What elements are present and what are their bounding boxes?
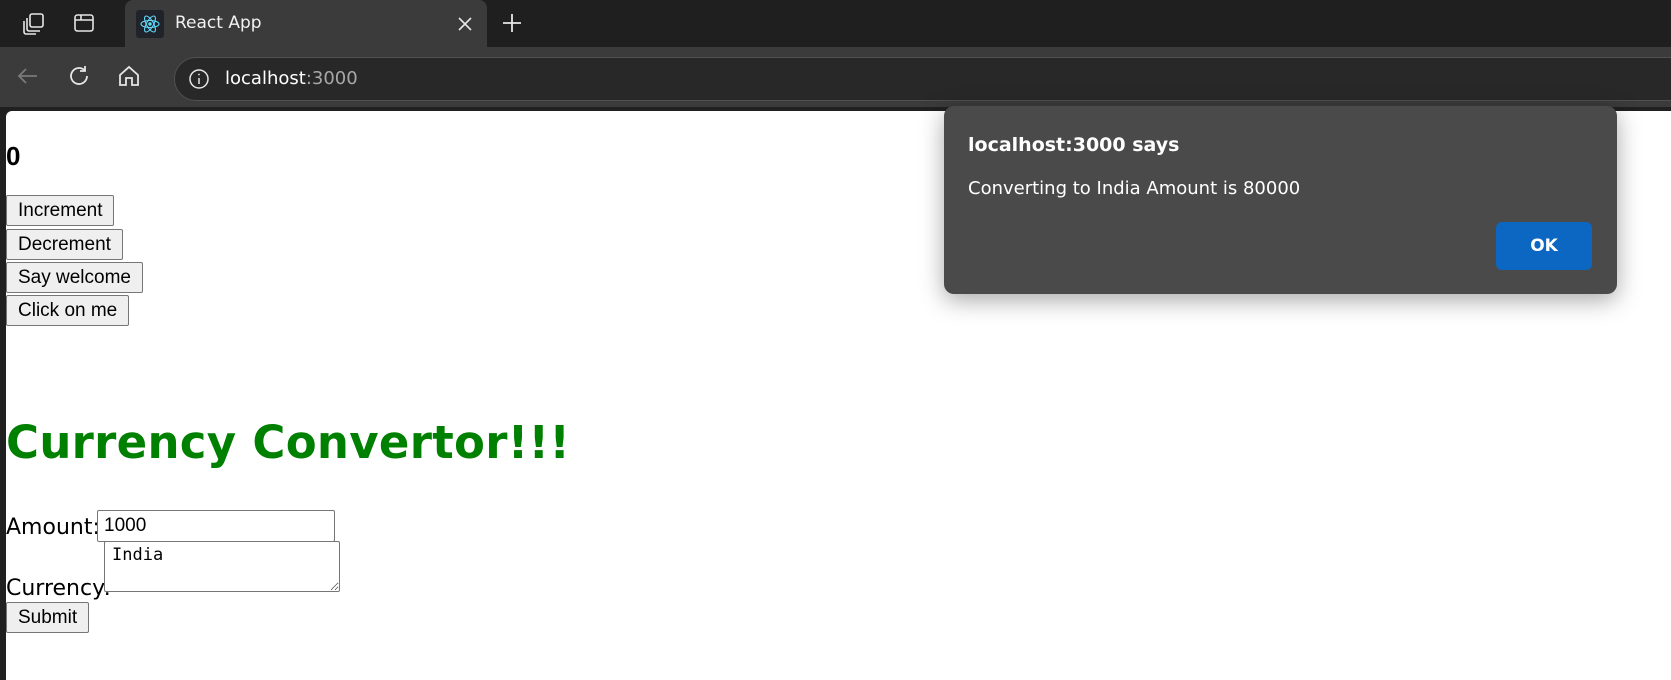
url-port: :3000 (305, 68, 358, 89)
tab-title: React App (175, 13, 262, 33)
submit-button[interactable]: Submit (6, 602, 90, 633)
say-welcome-button[interactable]: Say welcome (6, 262, 143, 293)
back-icon[interactable] (12, 60, 44, 92)
counter-value: 0 (6, 141, 21, 171)
info-icon[interactable] (188, 68, 210, 90)
refresh-icon[interactable] (63, 60, 95, 92)
click-on-me-button[interactable]: Click on me (6, 295, 130, 326)
tab-actions-icon[interactable] (70, 9, 98, 37)
plus-icon[interactable] (498, 9, 526, 37)
page-title: Currency Convertor!!! (6, 416, 571, 469)
amount-input[interactable] (97, 510, 335, 542)
address-bar[interactable]: localhost:3000 (174, 57, 1671, 101)
close-icon[interactable] (453, 12, 477, 36)
alert-dialog: localhost:3000 says Converting to India … (944, 106, 1617, 294)
currency-label: Currency: (6, 576, 111, 601)
browser-toolbar: localhost:3000 (0, 47, 1671, 107)
tab-react-app[interactable]: React App (125, 0, 487, 48)
increment-button[interactable]: Increment (6, 195, 115, 226)
ok-button[interactable]: OK (1496, 222, 1592, 270)
dialog-message: Converting to India Amount is 80000 (968, 178, 1301, 199)
currency-textarea[interactable]: India (104, 541, 340, 592)
workspaces-icon[interactable] (20, 9, 48, 37)
tab-strip: React App (0, 0, 1671, 48)
amount-label: Amount: (6, 515, 100, 540)
url-host: localhost (225, 68, 306, 89)
url-text: localhost:3000 (225, 68, 358, 89)
dialog-title: localhost:3000 says (968, 134, 1180, 156)
decrement-button[interactable]: Decrement (6, 229, 123, 260)
react-logo-icon (136, 10, 164, 38)
home-icon[interactable] (113, 60, 145, 92)
